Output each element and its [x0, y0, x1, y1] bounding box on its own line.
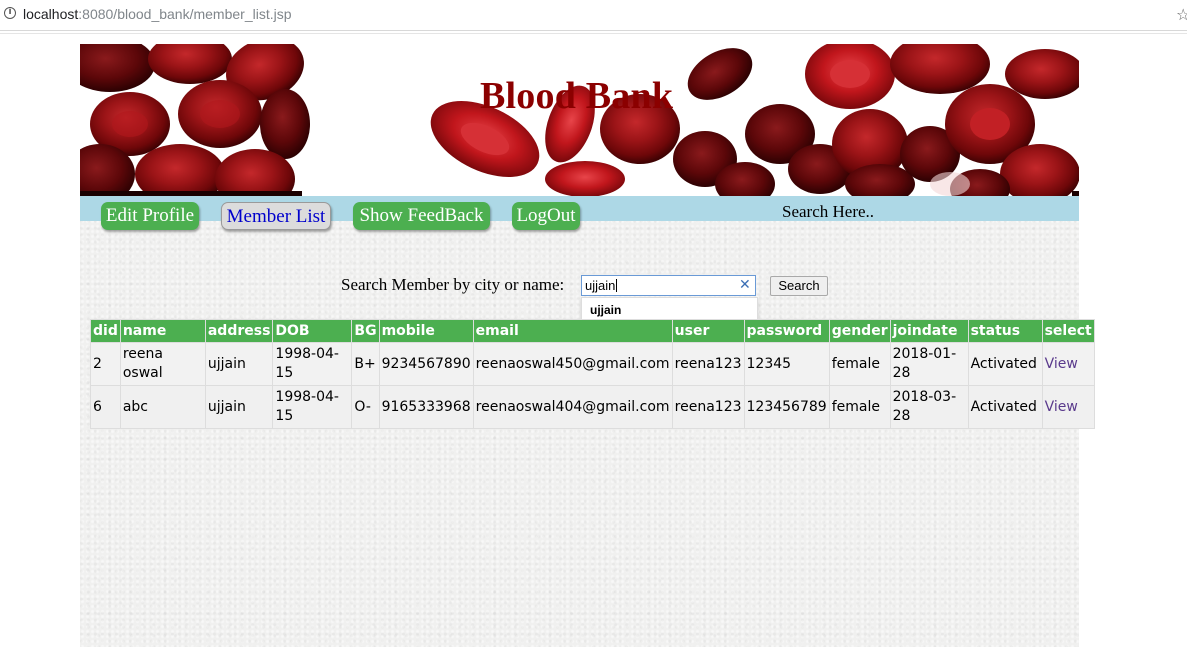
cell-joindate: 2018-01-28 — [889, 342, 969, 386]
cell-bg: O- — [351, 385, 380, 429]
cell-dob: 1998-04-15 — [272, 385, 353, 429]
col-header: DOB — [272, 319, 353, 343]
cell-did: 2 — [90, 342, 121, 386]
info-icon[interactable]: i — [4, 7, 16, 19]
cell-address: ujjain — [204, 342, 274, 386]
col-header: user — [671, 319, 745, 343]
col-header: address — [204, 319, 274, 343]
col-header: gender — [828, 319, 891, 343]
col-header: did — [90, 319, 121, 343]
edit-profile-button[interactable]: Edit Profile — [101, 202, 199, 230]
cell-email: reenaoswal450@gmail.com — [472, 342, 673, 386]
cell-status: Activated — [967, 342, 1043, 386]
view-link[interactable]: View — [1045, 356, 1078, 372]
cell-select: View — [1041, 385, 1095, 429]
col-header: status — [967, 319, 1043, 343]
view-link[interactable]: View — [1045, 399, 1078, 415]
url-text[interactable]: localhost:8080/blood_bank/member_list.js… — [23, 6, 292, 22]
cell-bg: B+ — [351, 342, 380, 386]
address-bar-divider — [0, 33, 1187, 34]
table-row: 6 abc ujjain 1998-04-15 O- 9165333968 re… — [90, 385, 1095, 429]
col-header: select — [1041, 319, 1095, 343]
search-here-link[interactable]: Search Here.. — [782, 202, 874, 222]
member-list-button[interactable]: Member List — [221, 202, 331, 230]
search-label: Search Member by city or name: — [341, 275, 565, 294]
blood-cells-image — [80, 44, 1079, 196]
text-caret — [616, 279, 617, 292]
table-header-row: did name address DOB BG mobile email use… — [90, 319, 1095, 343]
url-host: localhost — [23, 6, 79, 22]
col-header: joindate — [889, 319, 969, 343]
cell-password: 123456789 — [743, 385, 830, 429]
show-feedback-button[interactable]: Show FeedBack — [353, 202, 490, 230]
cell-status: Activated — [967, 385, 1043, 429]
col-header: mobile — [378, 319, 474, 343]
search-input-value: ujjain — [585, 278, 616, 293]
cell-mobile: 9234567890 — [378, 342, 474, 386]
cell-name: abc — [119, 385, 206, 429]
cell-password: 12345 — [743, 342, 830, 386]
search-button[interactable]: Search — [770, 276, 828, 296]
cell-email: reenaoswal404@gmail.com — [472, 385, 673, 429]
col-header: password — [743, 319, 830, 343]
search-input[interactable]: ujjain ✕ — [581, 275, 756, 296]
table-row: 2 reena oswal ujjain 1998-04-15 B+ 92345… — [90, 342, 1095, 386]
col-header: email — [472, 319, 673, 343]
clear-icon[interactable]: ✕ — [739, 277, 751, 293]
cell-mobile: 9165333968 — [378, 385, 474, 429]
logout-button[interactable]: LogOut — [512, 202, 580, 230]
cell-dob: 1998-04-15 — [272, 342, 353, 386]
bookmark-star-icon[interactable]: ☆ — [1176, 5, 1187, 24]
header-banner: Blood Bank — [80, 44, 1079, 196]
member-table: did name address DOB BG mobile email use… — [90, 319, 1095, 429]
address-bar[interactable]: i localhost:8080/blood_bank/member_list.… — [0, 0, 1187, 31]
cell-name: reena oswal — [119, 342, 206, 386]
cell-gender: female — [828, 342, 891, 386]
cell-select: View — [1041, 342, 1095, 386]
cell-gender: female — [828, 385, 891, 429]
cell-joindate: 2018-03-28 — [889, 385, 969, 429]
cell-user: reena123 — [671, 385, 745, 429]
autocomplete-option[interactable]: ujjain — [590, 303, 621, 317]
cell-address: ujjain — [204, 385, 274, 429]
cell-did: 6 — [90, 385, 121, 429]
col-header: BG — [351, 319, 380, 343]
col-header: name — [119, 319, 206, 343]
url-path: :8080/blood_bank/member_list.jsp — [78, 6, 292, 22]
cell-user: reena123 — [671, 342, 745, 386]
page-title: Blood Bank — [480, 75, 674, 117]
